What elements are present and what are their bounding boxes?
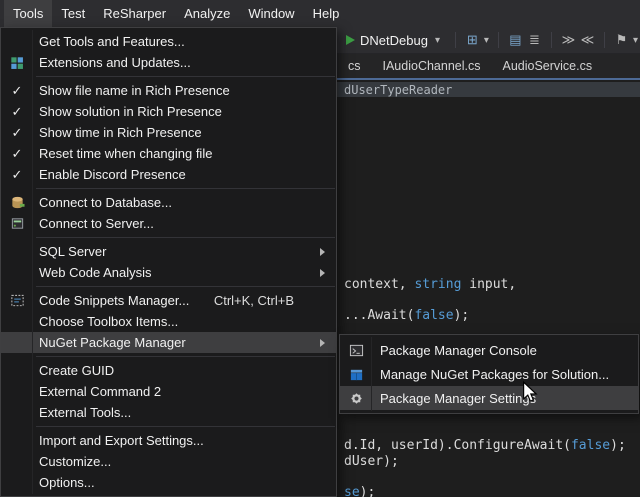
menu-item-nuget-package-manager[interactable]: NuGet Package Manager — [1, 332, 336, 353]
menu-item-import-export-settings[interactable]: Import and Export Settings... — [1, 430, 336, 451]
server-icon — [9, 216, 25, 232]
menu-item-external-tools[interactable]: External Tools... — [1, 402, 336, 423]
menu-item-show-time-rich-presence[interactable]: ✓ Show time in Rich Presence — [1, 122, 336, 143]
menubar-item-analyze[interactable]: Analyze — [175, 0, 239, 27]
indent-icon[interactable]: ≫ — [559, 32, 578, 48]
menu-separator — [36, 237, 335, 238]
toolbar-separator — [604, 32, 605, 48]
menu-separator — [36, 426, 335, 427]
code-line: dUser); — [344, 454, 399, 469]
mouse-cursor-icon — [521, 381, 539, 403]
menu-separator — [36, 188, 335, 189]
database-icon — [9, 195, 25, 211]
tab-audioservice[interactable]: AudioService.cs — [491, 54, 603, 78]
menu-item-create-guid[interactable]: Create GUID — [1, 360, 336, 381]
extensions-icon — [9, 55, 25, 71]
run-icon — [346, 35, 355, 45]
check-icon: ✓ — [9, 83, 25, 99]
menu-item-get-tools-and-features[interactable]: Get Tools and Features... — [1, 31, 336, 52]
submenu-item-manage-nuget-packages[interactable]: Manage NuGet Packages for Solution... — [340, 362, 638, 386]
toolbar-separator — [498, 32, 499, 48]
submenu-arrow-icon — [320, 269, 325, 277]
check-icon: ✓ — [9, 167, 25, 183]
menu-item-enable-discord-presence[interactable]: ✓ Enable Discord Presence — [1, 164, 336, 185]
submenu-arrow-icon — [320, 339, 325, 347]
manage-packages-icon — [348, 366, 364, 382]
menu-item-web-code-analysis[interactable]: Web Code Analysis — [1, 262, 336, 283]
code-line: se); — [344, 485, 375, 497]
vs-window: Tools Test ReSharper Analyze Window Help… — [0, 0, 640, 497]
check-icon: ✓ — [9, 125, 25, 141]
bookmark-icon[interactable]: ⚑ — [612, 32, 631, 48]
document-icon[interactable]: ▤ — [506, 32, 525, 48]
check-icon: ✓ — [9, 104, 25, 120]
menu-item-customize[interactable]: Customize... — [1, 451, 336, 472]
run-target-label: DNetDebug — [360, 33, 428, 48]
menu-bar: Tools Test ReSharper Analyze Window Help — [0, 0, 640, 27]
start-debugging-button[interactable]: DNetDebug ▾ — [340, 29, 448, 51]
check-icon: ✓ — [9, 146, 25, 162]
list-members-icon[interactable]: ≣ — [525, 32, 544, 48]
chevron-down-icon[interactable]: ▾ — [631, 35, 640, 46]
tab-iaudiochannel[interactable]: IAudioChannel.cs — [372, 54, 492, 78]
menu-item-show-file-name-rich-presence[interactable]: ✓ Show file name in Rich Presence — [1, 80, 336, 101]
submenu-item-package-manager-settings[interactable]: Package Manager Settings — [340, 386, 638, 410]
code-line: ...Await(false); — [344, 308, 469, 323]
code-line: context, string input, — [344, 277, 516, 292]
menu-item-code-snippets-manager[interactable]: Code Snippets Manager... Ctrl+K, Ctrl+B — [1, 290, 336, 311]
menu-separator — [36, 356, 335, 357]
tools-menu: Get Tools and Features... Extensions and… — [0, 27, 337, 497]
chevron-down-icon[interactable]: ▾ — [433, 35, 442, 46]
menubar-item-window[interactable]: Window — [239, 0, 303, 27]
menubar-item-tools[interactable]: Tools — [4, 0, 52, 27]
menu-item-choose-toolbox-items[interactable]: Choose Toolbox Items... — [1, 311, 336, 332]
console-icon — [348, 342, 364, 358]
menubar-item-test[interactable]: Test — [52, 0, 94, 27]
menu-item-options[interactable]: Options... — [1, 472, 336, 493]
menu-item-show-solution-rich-presence[interactable]: ✓ Show solution in Rich Presence — [1, 101, 336, 122]
code-line: d.Id, userId).ConfigureAwait(false); — [344, 438, 626, 453]
menubar-item-help[interactable]: Help — [304, 0, 349, 27]
submenu-arrow-icon — [320, 248, 325, 256]
chevron-down-icon[interactable]: ▾ — [482, 35, 491, 46]
menu-item-external-command-2[interactable]: External Command 2 — [1, 381, 336, 402]
menu-item-connect-to-database[interactable]: Connect to Database... — [1, 192, 336, 213]
menu-separator — [36, 76, 335, 77]
menu-shortcut: Ctrl+K, Ctrl+B — [214, 293, 324, 308]
menu-item-extensions-and-updates[interactable]: Extensions and Updates... — [1, 52, 336, 73]
menu-item-reset-time-when-changing-file[interactable]: ✓ Reset time when changing file — [1, 143, 336, 164]
attach-window-icon[interactable]: ⊞ — [463, 32, 482, 48]
gear-icon — [348, 390, 364, 406]
menu-item-connect-to-server[interactable]: Connect to Server... — [1, 213, 336, 234]
menu-separator — [36, 286, 335, 287]
snippets-icon — [9, 293, 25, 309]
nav-type-text: dUserTypeReader — [344, 83, 452, 97]
submenu-item-package-manager-console[interactable]: Package Manager Console — [340, 338, 638, 362]
outdent-icon[interactable]: ≪ — [578, 32, 597, 48]
nuget-submenu: Package Manager Console Manage NuGet Pac… — [339, 334, 639, 414]
toolbar-separator — [551, 32, 552, 48]
tab-partial[interactable]: cs — [337, 54, 372, 78]
toolbar-separator — [455, 32, 456, 48]
menu-item-sql-server[interactable]: SQL Server — [1, 241, 336, 262]
menubar-item-resharper[interactable]: ReSharper — [94, 0, 175, 27]
